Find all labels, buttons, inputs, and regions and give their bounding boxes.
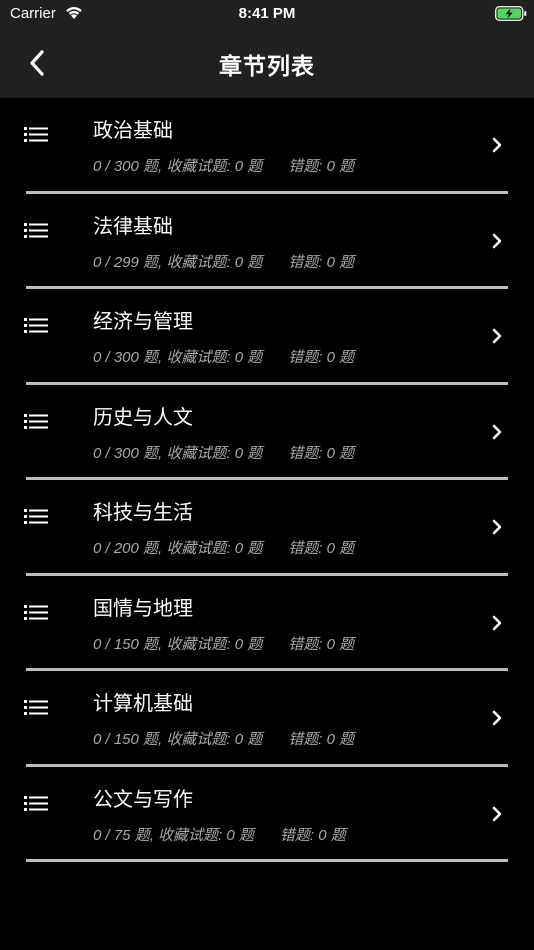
battery-charging-icon [495, 6, 527, 21]
question-progress: 0 / 75 题, [93, 826, 154, 844]
question-progress: 0 / 300 题, [93, 444, 163, 462]
list-icon [24, 604, 48, 620]
chapter-list-item[interactable]: 历史与人文 0 / 300 题, 收藏试题: 0 题 错题: 0 题 [0, 385, 534, 480]
question-progress: 0 / 200 题, [93, 540, 163, 557]
list-divider [26, 859, 508, 862]
page-title: 章节列表 [219, 53, 315, 79]
mistakes-count: 错题: 0 题 [288, 158, 355, 175]
mistakes-count: 错题: 0 题 [288, 349, 355, 366]
chevron-right-icon [492, 710, 502, 726]
mistakes-count: 错题: 0 题 [288, 444, 355, 462]
chevron-right-icon [492, 424, 502, 439]
chapter-title: 公文与写作 [93, 788, 193, 811]
favorites-count: 收藏试题: 0 题 [158, 826, 254, 844]
list-icon [24, 413, 48, 429]
favorites-count: 收藏试题: 0 题 [166, 444, 263, 462]
chapter-title: 计算机基础 [93, 693, 193, 715]
list-icon [24, 318, 48, 333]
chapter-list-item[interactable]: 经济与管理 0 / 300 题, 收藏试题: 0 题 错题: 0 题 [0, 289, 534, 385]
list-icon [24, 509, 48, 524]
chapter-title: 经济与管理 [93, 311, 193, 333]
list-icon [24, 700, 48, 715]
chapter-title: 法律基础 [93, 215, 173, 238]
navigation-bar: 章节列表 [0, 28, 534, 98]
chapter-stats: 0 / 150 题, 收藏试题: 0 题 错题: 0 题 [93, 728, 354, 749]
chapter-stats: 0 / 75 题, 收藏试题: 0 题 错题: 0 题 [93, 824, 346, 845]
chapter-stats: 0 / 150 题, 收藏试题: 0 题 错题: 0 题 [93, 633, 354, 654]
chapter-stats: 0 / 200 题, 收藏试题: 0 题 错题: 0 题 [93, 537, 354, 558]
chevron-right-icon [492, 137, 502, 153]
chevron-right-icon [492, 328, 502, 344]
list-icon [24, 222, 48, 238]
chevron-right-icon [492, 519, 502, 535]
chapter-list-item[interactable]: 政治基础 0 / 300 题, 收藏试题: 0 题 错题: 0 题 [0, 98, 534, 194]
favorites-count: 收藏试题: 0 题 [166, 349, 263, 366]
question-progress: 0 / 299 题, [93, 253, 163, 271]
favorites-count: 收藏试题: 0 题 [166, 253, 263, 271]
favorites-count: 收藏试题: 0 题 [166, 158, 263, 175]
mistakes-count: 错题: 0 题 [279, 826, 346, 844]
mistakes-count: 错题: 0 题 [288, 253, 355, 271]
chapter-list-item[interactable]: 法律基础 0 / 299 题, 收藏试题: 0 题 错题: 0 题 [0, 194, 534, 289]
mistakes-count: 错题: 0 题 [288, 635, 355, 653]
chapter-list-item[interactable]: 国情与地理 0 / 150 题, 收藏试题: 0 题 错题: 0 题 [0, 576, 534, 671]
chevron-right-icon [492, 806, 502, 821]
list-icon [24, 795, 48, 811]
status-bar: Carrier 8:41 PM [0, 0, 534, 28]
question-progress: 0 / 150 题, [93, 731, 163, 748]
chapter-title: 科技与生活 [93, 502, 193, 524]
chapter-title: 国情与地理 [93, 597, 193, 620]
chapter-stats: 0 / 299 题, 收藏试题: 0 题 错题: 0 题 [93, 251, 354, 272]
mistakes-count: 错题: 0 题 [288, 540, 355, 557]
favorites-count: 收藏试题: 0 题 [166, 635, 263, 653]
question-progress: 0 / 300 题, [93, 349, 163, 366]
chapter-list-item[interactable]: 科技与生活 0 / 200 题, 收藏试题: 0 题 错题: 0 题 [0, 480, 534, 576]
chevron-right-icon [492, 615, 502, 630]
chapter-list-item[interactable]: 公文与写作 0 / 75 题, 收藏试题: 0 题 错题: 0 题 [0, 767, 534, 862]
list-icon [24, 127, 48, 142]
chapter-list: 政治基础 0 / 300 题, 收藏试题: 0 题错题: 0 题 法律基础 0 … [0, 98, 534, 862]
question-progress: 0 / 300 题, [93, 158, 163, 175]
chapter-stats: 0 / 300 题, 收藏试题: 0 题 错题: 0 题 [93, 155, 354, 176]
mistakes-count: 错题: 0 题 [288, 731, 355, 748]
chapter-stats: 0 / 300 题, 收藏试题: 0 题 错题: 0 题 [93, 442, 354, 463]
chapter-list-item[interactable]: 计算机基础 0 / 150 题, 收藏试题: 0 题 错题: 0 题 [0, 671, 534, 767]
favorites-count: 收藏试题: 0 题 [166, 540, 263, 557]
question-progress: 0 / 150 题, [93, 635, 163, 653]
chevron-right-icon [492, 233, 502, 248]
chapter-title: 政治基础 [93, 120, 173, 142]
favorites-count: 收藏试题: 0 题 [166, 731, 263, 748]
chapter-title: 历史与人文 [93, 406, 193, 429]
status-time: 8:41 PM [238, 5, 296, 22]
chapter-stats: 0 / 300 题, 收藏试题: 0 题 错题: 0 题 [93, 346, 354, 367]
